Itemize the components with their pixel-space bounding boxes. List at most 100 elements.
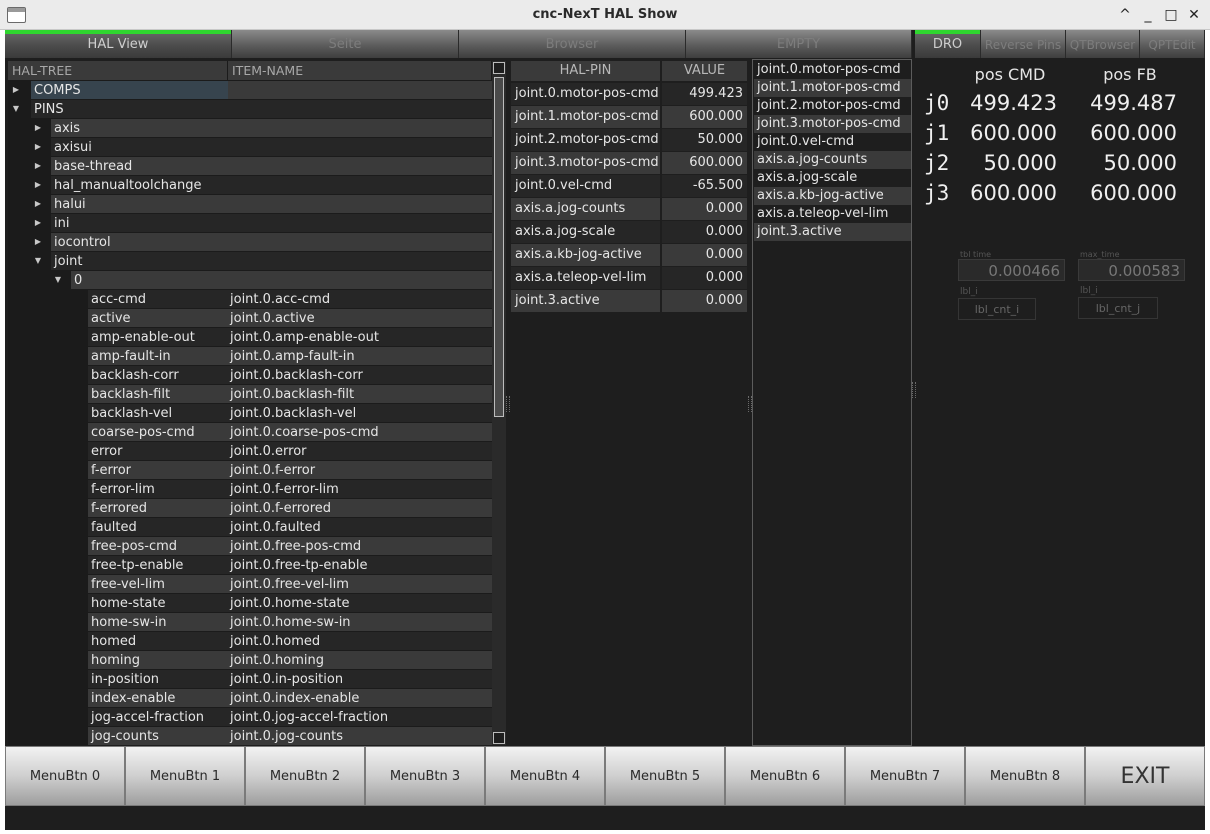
minimize-window-icon[interactable]: _ (1138, 5, 1158, 25)
tree-row[interactable]: backlash-filt joint.0.backlash-filt (8, 385, 492, 404)
tree-row[interactable]: free-tp-enable joint.0.free-tp-enable (8, 556, 492, 575)
tree-row[interactable]: free-vel-lim joint.0.free-vel-lim (8, 575, 492, 594)
tree-row[interactable]: ▶ base-thread (8, 157, 492, 176)
tree-row[interactable]: ▶ axisui (8, 138, 492, 157)
exit-button[interactable]: EXIT (1085, 746, 1205, 806)
tab-dro[interactable]: DRO (915, 30, 981, 58)
pin-row[interactable]: joint.0.vel-cmd -65.500 (511, 175, 747, 197)
tree-row[interactable]: ▶ ini (8, 214, 492, 233)
tree-row[interactable]: ▶ COMPS (8, 81, 492, 100)
collapse-arrow-icon[interactable]: ▼ (52, 271, 64, 289)
tree-row[interactable]: amp-enable-out joint.0.amp-enable-out (8, 328, 492, 347)
tree-row[interactable]: backlash-vel joint.0.backlash-vel (8, 404, 492, 423)
column-header-value[interactable]: VALUE (662, 61, 747, 81)
pin-list-item[interactable]: axis.a.kb-jog-active (754, 187, 911, 205)
expand-arrow-icon[interactable]: ▶ (32, 233, 44, 251)
tree-row[interactable]: ▼ joint (8, 252, 492, 271)
pin-row[interactable]: joint.0.motor-pos-cmd 499.423 (511, 83, 747, 105)
tree-row[interactable]: jog-accel-fraction joint.0.jog-accel-frac… (8, 708, 492, 727)
tab-hal-view[interactable]: HAL View (5, 30, 232, 58)
pin-list-item[interactable]: joint.0.motor-pos-cmd (754, 61, 911, 79)
pin-list-item[interactable]: axis.a.jog-scale (754, 169, 911, 187)
tab-qtbrowser[interactable]: QTBrowser (1066, 30, 1140, 58)
pin-row[interactable]: axis.a.kb-jog-active 0.000 (511, 244, 747, 266)
pin-list-item[interactable]: axis.a.teleop-vel-lim (754, 205, 911, 223)
tree-row[interactable]: homing joint.0.homing (8, 651, 492, 670)
tree-row[interactable]: ▶ halui (8, 195, 492, 214)
expand-arrow-icon[interactable]: ▶ (32, 214, 44, 232)
tree-row[interactable]: ▶ iocontrol (8, 233, 492, 252)
tree-row[interactable]: error joint.0.error (8, 442, 492, 461)
tree-row[interactable]: free-pos-cmd joint.0.free-pos-cmd (8, 537, 492, 556)
shade-window-icon[interactable]: ^ (1115, 5, 1135, 25)
column-header-hal-tree[interactable]: HAL-TREE (8, 61, 228, 80)
menu-button-0[interactable]: MenuBtn 0 (5, 746, 125, 806)
pin-row[interactable]: axis.a.jog-scale 0.000 (511, 221, 747, 243)
tab-empty[interactable]: EMPTY (686, 30, 912, 58)
tree-row[interactable]: ▶ axis (8, 119, 492, 138)
menu-button-2[interactable]: MenuBtn 2 (245, 746, 365, 806)
tree-row[interactable]: f-errored joint.0.f-errored (8, 499, 492, 518)
tab-qptedit[interactable]: QPTEdit (1140, 30, 1205, 58)
tree-row[interactable]: home-sw-in joint.0.home-sw-in (8, 613, 492, 632)
pin-list-item[interactable]: joint.0.vel-cmd (754, 133, 911, 151)
menu-button-7[interactable]: MenuBtn 7 (845, 746, 965, 806)
menu-button-4[interactable]: MenuBtn 4 (485, 746, 605, 806)
collapse-arrow-icon[interactable]: ▼ (32, 252, 44, 270)
pin-row[interactable]: joint.3.active 0.000 (511, 290, 747, 312)
tree-row[interactable]: f-error-lim joint.0.f-error-lim (8, 480, 492, 499)
column-header-hal-pin[interactable]: HAL-PIN (511, 61, 660, 81)
menu-button-3[interactable]: MenuBtn 3 (365, 746, 485, 806)
maximize-window-icon[interactable]: □ (1161, 5, 1181, 25)
hal-tree[interactable]: HAL-TREE ITEM-NAME ▶ COMPS ▼ PINS ▶ axis ▶ axis… (8, 61, 492, 745)
pin-row[interactable]: joint.2.motor-pos-cmd 50.000 (511, 129, 747, 151)
expand-arrow-icon[interactable]: ▶ (32, 157, 44, 175)
menu-button-8[interactable]: MenuBtn 8 (965, 746, 1085, 806)
splitter-handle[interactable] (506, 396, 510, 412)
expand-arrow-icon[interactable]: ▶ (32, 176, 44, 194)
close-window-icon[interactable]: ✕ (1184, 5, 1204, 25)
menu-button-5[interactable]: MenuBtn 5 (605, 746, 725, 806)
expand-arrow-icon[interactable]: ▶ (32, 138, 44, 156)
scroll-down-button[interactable] (493, 732, 505, 744)
pin-list-item[interactable]: axis.a.jog-counts (754, 151, 911, 169)
pin-list[interactable]: joint.0.motor-pos-cmd joint.1.motor-pos-c… (752, 59, 912, 746)
scroll-up-button[interactable] (493, 62, 505, 74)
tree-row[interactable]: amp-fault-in joint.0.amp-fault-in (8, 347, 492, 366)
collapse-arrow-icon[interactable]: ▼ (10, 100, 22, 118)
tree-row[interactable]: ▶ hal_manualtoolchange (8, 176, 492, 195)
tab-reverse-pins[interactable]: Reverse Pins (981, 30, 1066, 58)
tree-row[interactable]: acc-cmd joint.0.acc-cmd (8, 290, 492, 309)
pin-row[interactable]: joint.1.motor-pos-cmd 600.000 (511, 106, 747, 128)
expand-arrow-icon[interactable]: ▶ (32, 119, 44, 137)
tree-row[interactable]: ▼ 0 (8, 271, 492, 290)
tree-item-name (228, 119, 492, 137)
tree-row[interactable]: homed joint.0.homed (8, 632, 492, 651)
tree-row[interactable]: coarse-pos-cmd joint.0.coarse-pos-cmd (8, 423, 492, 442)
tree-row[interactable]: active joint.0.active (8, 309, 492, 328)
column-header-item-name[interactable]: ITEM-NAME (228, 61, 492, 80)
tree-row[interactable]: f-error joint.0.f-error (8, 461, 492, 480)
scrollbar-thumb[interactable] (494, 77, 504, 417)
pin-list-item[interactable]: joint.3.active (754, 223, 911, 241)
tree-row[interactable]: in-position joint.0.in-position (8, 670, 492, 689)
expand-arrow-icon[interactable]: ▶ (32, 195, 44, 213)
pin-row[interactable]: axis.a.teleop-vel-lim 0.000 (511, 267, 747, 289)
pin-list-item[interactable]: joint.1.motor-pos-cmd (754, 79, 911, 97)
tab-browser[interactable]: Browser (459, 30, 686, 58)
tab-seite[interactable]: Seite (232, 30, 459, 58)
pin-row[interactable]: axis.a.jog-counts 0.000 (511, 198, 747, 220)
tree-row[interactable]: faulted joint.0.faulted (8, 518, 492, 537)
expand-arrow-icon[interactable]: ▶ (10, 81, 22, 99)
tree-row[interactable]: jog-counts joint.0.jog-counts (8, 727, 492, 745)
tree-row[interactable]: ▼ PINS (8, 100, 492, 119)
pin-row[interactable]: joint.3.motor-pos-cmd 600.000 (511, 152, 747, 174)
tree-row[interactable]: index-enable joint.0.index-enable (8, 689, 492, 708)
menu-button-1[interactable]: MenuBtn 1 (125, 746, 245, 806)
tree-scrollbar[interactable] (492, 61, 506, 745)
pin-list-item[interactable]: joint.3.motor-pos-cmd (754, 115, 911, 133)
pin-list-item[interactable]: joint.2.motor-pos-cmd (754, 97, 911, 115)
menu-button-6[interactable]: MenuBtn 6 (725, 746, 845, 806)
tree-row[interactable]: backlash-corr joint.0.backlash-corr (8, 366, 492, 385)
tree-row[interactable]: home-state joint.0.home-state (8, 594, 492, 613)
